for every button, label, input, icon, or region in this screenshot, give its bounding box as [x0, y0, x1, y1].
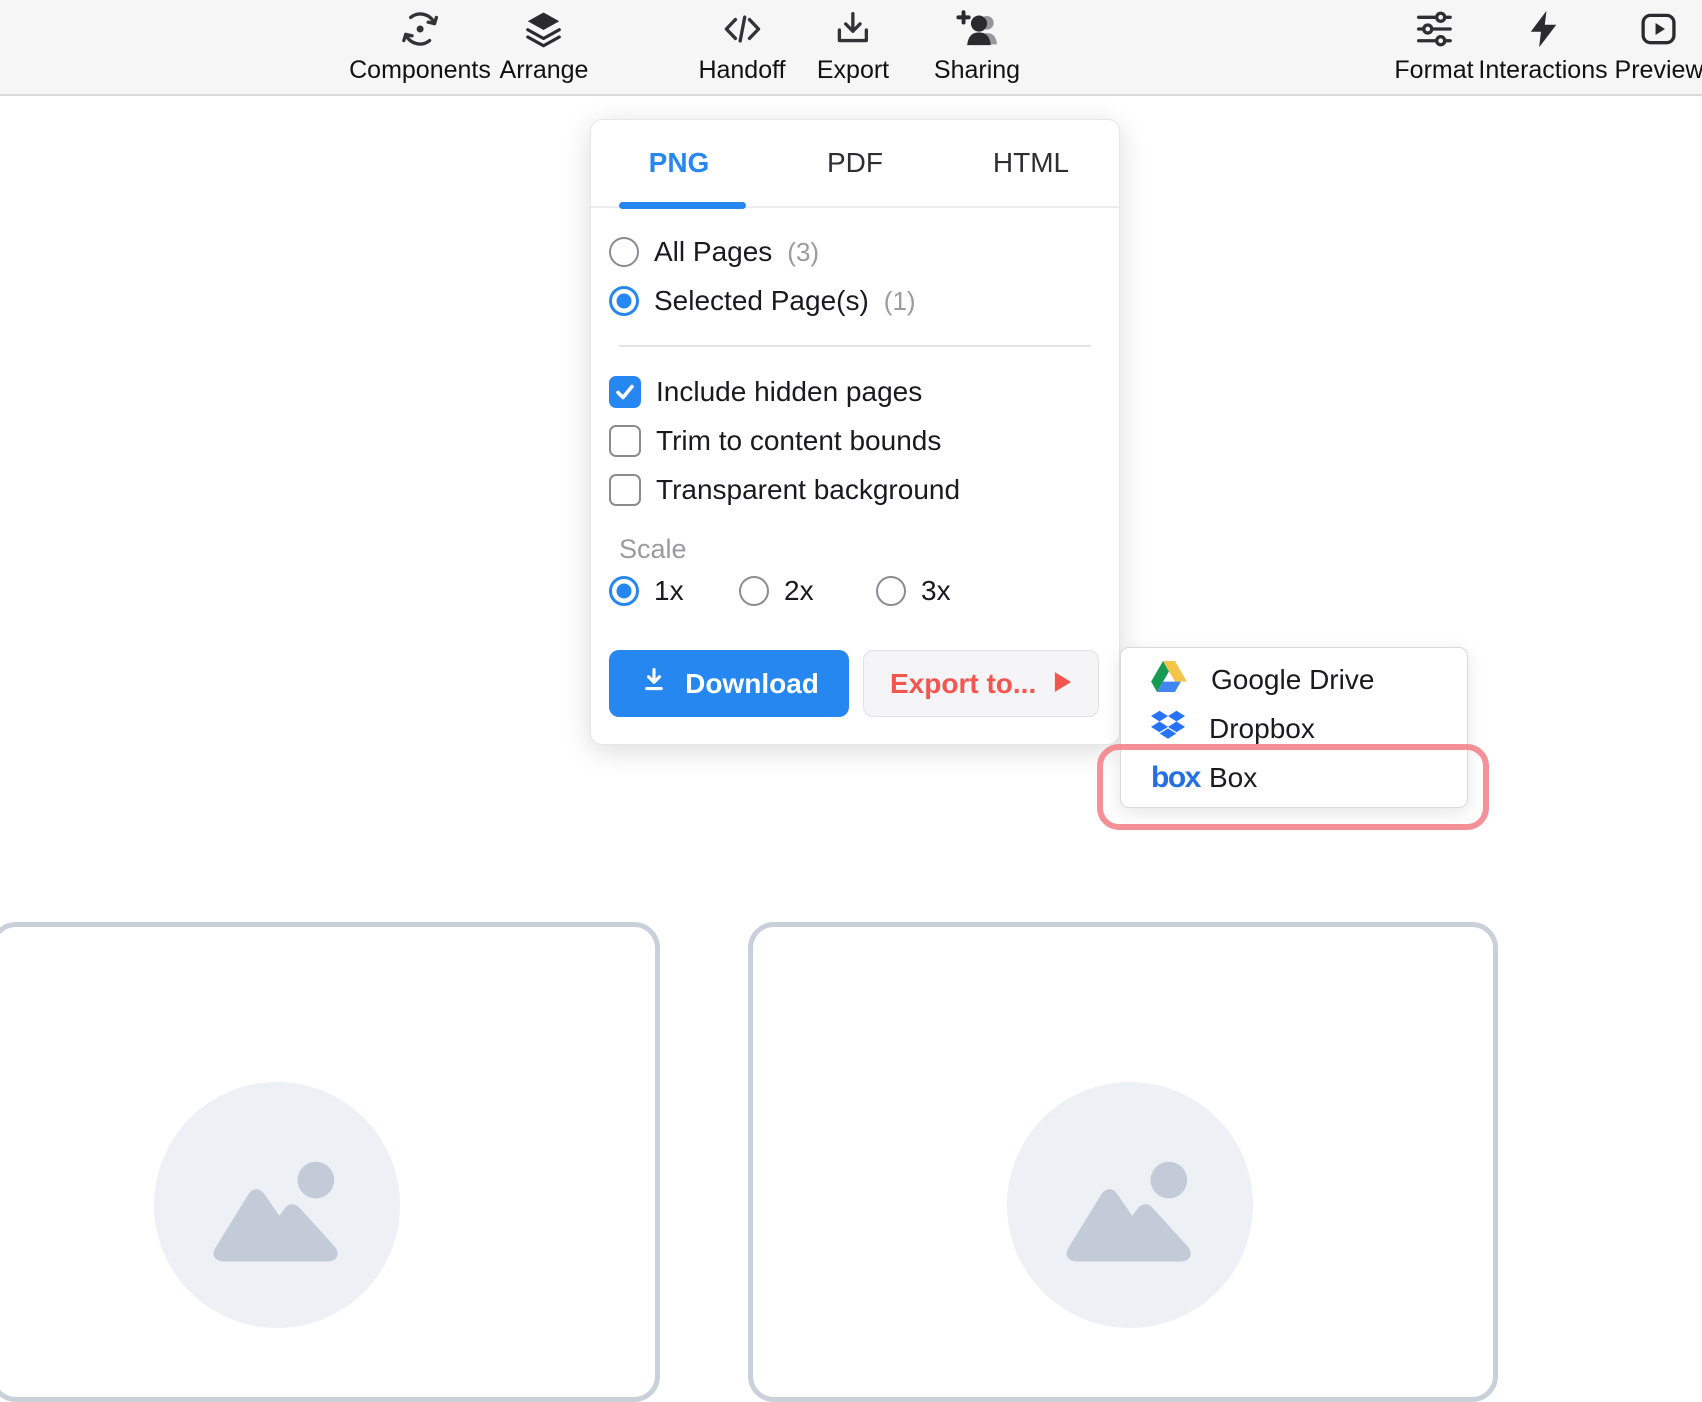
radio-label: Selected Page(s): [654, 285, 869, 317]
radio-scale-1x[interactable]: 1x: [609, 572, 684, 610]
google-drive-icon: [1151, 660, 1187, 699]
radio-scale-3x[interactable]: 3x: [876, 572, 951, 610]
artboard-right[interactable]: [748, 922, 1498, 1402]
menu-item-dropbox[interactable]: Dropbox: [1121, 704, 1467, 753]
toolbar-button-preview[interactable]: Preview: [1615, 8, 1702, 85]
page-count: (1): [884, 286, 916, 317]
toolbar-label: Handoff: [698, 56, 785, 85]
lightning-icon: [1522, 8, 1564, 50]
checkbox-label: Transparent background: [656, 474, 960, 506]
radio-scale-2x[interactable]: 2x: [739, 572, 814, 610]
box-icon: box: [1151, 761, 1185, 795]
checkbox-label: Trim to content bounds: [656, 425, 941, 457]
artboard-left[interactable]: [0, 922, 660, 1402]
toolbar-label: Components: [349, 56, 491, 85]
toolbar-button-arrange[interactable]: Arrange: [500, 8, 589, 85]
menu-item-label: Dropbox: [1209, 713, 1315, 745]
scale-section-label: Scale: [619, 534, 687, 565]
dropbox-icon: [1151, 710, 1185, 747]
checkbox-checked-icon[interactable]: [609, 376, 641, 408]
scale-option-label: 3x: [921, 575, 951, 607]
image-placeholder: [154, 1082, 400, 1328]
radio-all-pages[interactable]: All Pages (3): [609, 233, 819, 271]
components-sync-icon: [399, 8, 441, 50]
play-icon: [1638, 8, 1680, 50]
top-toolbar: Components Arrange Handoff: [0, 0, 1702, 96]
checkbox-trim-to-content-bounds[interactable]: Trim to content bounds: [609, 422, 941, 460]
checkbox-transparent-background[interactable]: Transparent background: [609, 471, 960, 509]
tab-html[interactable]: HTML: [943, 120, 1119, 206]
code-icon: [720, 8, 764, 50]
export-to-button[interactable]: Export to...: [863, 650, 1099, 717]
radio-label: All Pages: [654, 236, 772, 268]
toolbar-button-format[interactable]: Format: [1394, 8, 1473, 85]
radio-icon[interactable]: [739, 576, 769, 606]
menu-item-box[interactable]: box Box: [1121, 753, 1467, 802]
layers-icon: [523, 8, 565, 50]
page-count: (3): [787, 237, 819, 268]
toolbar-button-sharing[interactable]: Sharing: [934, 8, 1020, 85]
toolbar-label: Preview: [1615, 56, 1702, 85]
tab-pdf[interactable]: PDF: [767, 120, 943, 206]
dialog-divider: [619, 345, 1091, 347]
menu-item-label: Box: [1209, 762, 1257, 794]
export-format-tabs: PNG PDF HTML: [591, 120, 1119, 208]
checkbox-include-hidden-pages[interactable]: Include hidden pages: [609, 373, 922, 411]
radio-icon[interactable]: [876, 576, 906, 606]
image-placeholder-icon: [1042, 1117, 1218, 1293]
toolbar-label: Interactions: [1478, 56, 1607, 85]
toolbar-button-components[interactable]: Components: [349, 8, 491, 85]
radio-icon[interactable]: [609, 237, 639, 267]
toolbar-button-export[interactable]: Export: [817, 8, 889, 85]
export-to-button-label: Export to...: [890, 668, 1036, 700]
download-arrow-icon: [639, 665, 669, 702]
export-destinations-menu: Google Drive Dropbox box Box: [1120, 647, 1468, 808]
download-button[interactable]: Download: [609, 650, 849, 717]
radio-selected-pages[interactable]: Selected Page(s) (1): [609, 282, 916, 320]
toolbar-label: Format: [1394, 56, 1473, 85]
download-button-label: Download: [685, 668, 819, 700]
scale-option-label: 1x: [654, 575, 684, 607]
menu-item-label: Google Drive: [1211, 664, 1374, 696]
sliders-icon: [1413, 8, 1455, 50]
image-placeholder: [1007, 1082, 1253, 1328]
export-dialog: PNG PDF HTML All Pages (3) Selected Page…: [590, 119, 1120, 745]
checkbox-icon[interactable]: [609, 474, 641, 506]
toolbar-label: Sharing: [934, 56, 1020, 85]
radio-icon-selected[interactable]: [609, 286, 639, 316]
menu-item-google-drive[interactable]: Google Drive: [1121, 655, 1467, 704]
tab-png[interactable]: PNG: [591, 120, 767, 206]
toolbar-label: Arrange: [500, 56, 589, 85]
toolbar-button-interactions[interactable]: Interactions: [1478, 8, 1607, 85]
radio-icon-selected[interactable]: [609, 576, 639, 606]
scale-option-label: 2x: [784, 575, 814, 607]
toolbar-label: Export: [817, 56, 889, 85]
toolbar-button-handoff[interactable]: Handoff: [698, 8, 785, 85]
checkbox-label: Include hidden pages: [656, 376, 922, 408]
download-tray-icon: [832, 8, 874, 50]
image-placeholder-icon: [189, 1117, 365, 1293]
submenu-arrow-icon: [1054, 668, 1072, 700]
checkbox-icon[interactable]: [609, 425, 641, 457]
add-person-icon: [953, 8, 1001, 50]
active-tab-indicator: [619, 202, 746, 209]
